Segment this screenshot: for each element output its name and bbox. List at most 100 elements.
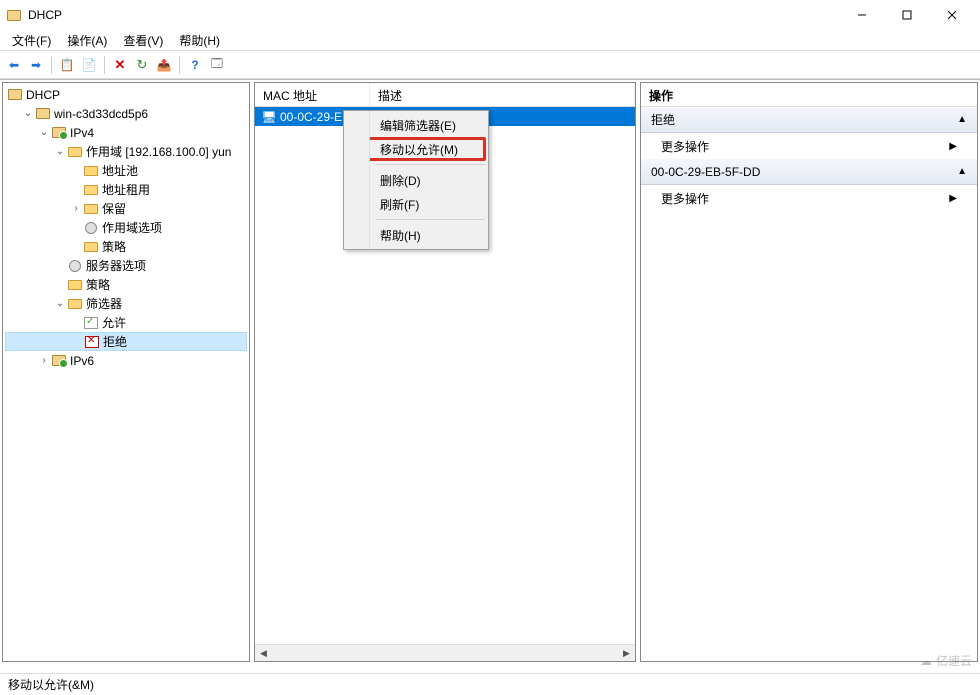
tree-node-scope-policies[interactable]: 策略 xyxy=(5,237,247,256)
window-controls xyxy=(839,0,974,30)
action-header: 操作 xyxy=(641,83,977,107)
tree-label: IPv4 xyxy=(70,126,94,140)
tree-node-ipv6[interactable]: › IPv6 xyxy=(5,351,247,370)
context-menu-separator xyxy=(376,164,485,165)
tree-node-server-policies[interactable]: 策略 xyxy=(5,275,247,294)
tree-collapse-icon[interactable]: ⌄ xyxy=(53,298,67,309)
show-hide-button[interactable]: 📋 xyxy=(57,55,77,75)
tree-node-scope-options[interactable]: 作用域选项 xyxy=(5,218,247,237)
tree-label: 保留 xyxy=(102,200,126,217)
context-menu-icon-strip xyxy=(344,111,370,249)
action-item-label: 更多操作 xyxy=(661,190,709,207)
collapse-arrow-icon: ▲ xyxy=(957,166,967,177)
list-panel: MAC 地址 描述 🖥 00-0C-29-EB-5F... 封禁 编辑筛选器(E… xyxy=(254,82,636,662)
export-button[interactable]: 📤 xyxy=(154,55,174,75)
folder-icon xyxy=(83,182,99,198)
statusbar: 移动以允许(&M) xyxy=(0,673,980,695)
console-tree[interactable]: DHCP ⌄ win-c3d33dcd5p6 ⌄ IPv4 ⌄ 作用域 [192… xyxy=(3,83,249,372)
tree-collapse-icon[interactable]: ⌄ xyxy=(21,108,35,119)
tree-node-server-options[interactable]: 服务器选项 xyxy=(5,256,247,275)
properties-button[interactable]: 📄 xyxy=(79,55,99,75)
folder-icon xyxy=(83,163,99,179)
menu-view[interactable]: 查看(V) xyxy=(115,30,171,51)
submenu-arrow-icon: ▶ xyxy=(949,141,957,152)
list-body[interactable]: 🖥 00-0C-29-EB-5F... 封禁 编辑筛选器(E) 移动以允许(M)… xyxy=(255,107,635,644)
ctx-label: 编辑筛选器(E) xyxy=(380,117,456,134)
refresh-button[interactable]: ↻ xyxy=(132,55,152,75)
window-title: DHCP xyxy=(28,8,839,22)
tree-label: 筛选器 xyxy=(86,295,122,312)
tree-node-ipv4[interactable]: ⌄ IPv4 xyxy=(5,123,247,142)
tree-node-deny[interactable]: 拒绝 xyxy=(5,332,247,351)
submenu-arrow-icon: ▶ xyxy=(949,193,957,204)
tree-node-reservations[interactable]: › 保留 xyxy=(5,199,247,218)
tree-label: 允许 xyxy=(102,314,126,331)
options-icon xyxy=(83,220,99,236)
ctx-label: 刷新(F) xyxy=(380,196,419,213)
menu-file[interactable]: 文件(F) xyxy=(4,30,59,51)
nic-icon: 🖥 xyxy=(261,109,277,125)
tree-node-server[interactable]: ⌄ win-c3d33dcd5p6 xyxy=(5,104,247,123)
horizontal-scrollbar[interactable]: ◀ ▶ xyxy=(255,644,635,661)
tree-label: 地址池 xyxy=(102,162,138,179)
collapse-arrow-icon: ▲ xyxy=(957,114,967,125)
dhcp-app-icon xyxy=(6,7,22,23)
dhcp-icon xyxy=(7,87,23,103)
close-button[interactable] xyxy=(929,0,974,30)
tree-expand-icon[interactable]: › xyxy=(37,355,51,366)
tree-collapse-icon[interactable]: ⌄ xyxy=(53,146,67,157)
watermark-icon: ☁ xyxy=(920,654,932,668)
help-button[interactable]: ? xyxy=(185,55,205,75)
watermark: ☁ 亿速云 xyxy=(920,652,972,669)
tree-label: 服务器选项 xyxy=(86,257,146,274)
menu-help[interactable]: 帮助(H) xyxy=(171,30,228,51)
tree-label: DHCP xyxy=(26,88,60,102)
action-section-deny[interactable]: 拒绝 ▲ xyxy=(641,107,977,133)
titlebar: DHCP xyxy=(0,0,980,30)
action-section-label: 00-0C-29-EB-5F-DD xyxy=(651,165,760,179)
action-section-label: 拒绝 xyxy=(651,111,675,128)
policy-icon xyxy=(67,277,83,293)
tree-collapse-icon[interactable]: ⌄ xyxy=(37,127,51,138)
action-pane-button[interactable]: 🗔 xyxy=(207,55,227,75)
main-area: DHCP ⌄ win-c3d33dcd5p6 ⌄ IPv4 ⌄ 作用域 [192… xyxy=(0,79,980,664)
tree-expand-icon[interactable]: › xyxy=(69,203,83,214)
delete-button[interactable]: ✕ xyxy=(110,55,130,75)
tree-node-leases[interactable]: 地址租用 xyxy=(5,180,247,199)
menu-action[interactable]: 操作(A) xyxy=(59,30,115,51)
nav-forward-button[interactable]: ➡ xyxy=(26,55,46,75)
action-section-mac[interactable]: 00-0C-29-EB-5F-DD ▲ xyxy=(641,159,977,185)
tree-node-scope[interactable]: ⌄ 作用域 [192.168.100.0] yun xyxy=(5,142,247,161)
tree-node-root[interactable]: DHCP xyxy=(5,85,247,104)
toolbar-separator xyxy=(51,56,52,74)
tree-label: win-c3d33dcd5p6 xyxy=(54,107,148,121)
ctx-label: 移动以允许(M) xyxy=(380,141,458,158)
column-mac[interactable]: MAC 地址 xyxy=(255,83,370,106)
options-icon xyxy=(67,258,83,274)
context-menu-separator xyxy=(376,219,485,220)
tree-label: 地址租用 xyxy=(102,181,150,198)
minimize-button[interactable] xyxy=(839,0,884,30)
maximize-button[interactable] xyxy=(884,0,929,30)
tree-node-address-pool[interactable]: 地址池 xyxy=(5,161,247,180)
tree-label: 作用域选项 xyxy=(102,219,162,236)
status-text: 移动以允许(&M) xyxy=(8,676,94,693)
folder-icon xyxy=(83,201,99,217)
tree-node-filters[interactable]: ⌄ 筛选器 xyxy=(5,294,247,313)
scroll-left-button[interactable]: ◀ xyxy=(255,645,272,662)
action-more-2[interactable]: 更多操作 ▶ xyxy=(641,185,977,211)
column-description[interactable]: 描述 xyxy=(370,83,635,106)
nav-back-button[interactable]: ⬅ xyxy=(4,55,24,75)
filter-icon xyxy=(67,296,83,312)
tree-node-allow[interactable]: 允许 xyxy=(5,313,247,332)
scope-icon xyxy=(67,144,83,160)
tree-panel: DHCP ⌄ win-c3d33dcd5p6 ⌄ IPv4 ⌄ 作用域 [192… xyxy=(2,82,250,662)
scroll-right-button[interactable]: ▶ xyxy=(618,645,635,662)
toolbar: ⬅ ➡ 📋 📄 ✕ ↻ 📤 ? 🗔 xyxy=(0,51,980,79)
action-more-1[interactable]: 更多操作 ▶ xyxy=(641,133,977,159)
allow-icon xyxy=(83,315,99,331)
toolbar-separator xyxy=(104,56,105,74)
list-header: MAC 地址 描述 xyxy=(255,83,635,107)
tree-label: 策略 xyxy=(86,276,110,293)
action-item-label: 更多操作 xyxy=(661,138,709,155)
